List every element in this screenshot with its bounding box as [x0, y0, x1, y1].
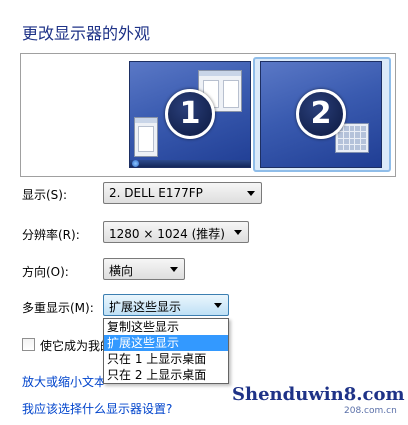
display-label: 显示(S):	[22, 188, 68, 202]
monitor-2-number-badge: 2	[296, 88, 346, 139]
taskbar	[130, 160, 250, 167]
resolution-select-value: 1280 × 1024 (推荐)	[109, 227, 225, 241]
monitor-1-number-badge: 1	[165, 88, 215, 139]
page-title: 更改显示器的外观	[22, 24, 151, 43]
display-settings-help-link[interactable]: 我应该选择什么显示器设置?	[22, 400, 172, 417]
orientation-select-value: 横向	[109, 264, 134, 278]
start-orb-icon	[132, 160, 139, 167]
monitor-1[interactable]: 1	[129, 61, 251, 168]
main-display-checkbox-label: 使它成为我的	[40, 339, 104, 353]
chevron-down-icon	[234, 230, 242, 235]
start-menu-thumbnail	[134, 117, 158, 157]
chevron-down-icon	[170, 267, 178, 272]
dropdown-option-duplicate[interactable]: 复制这些显示	[104, 319, 228, 335]
monitor-arrangement-area: 1 2	[20, 53, 396, 177]
resolution-select[interactable]: 1280 × 1024 (推荐)	[103, 221, 249, 243]
display-select[interactable]: 2. DELL E177FP	[103, 182, 262, 204]
chevron-down-icon	[247, 191, 255, 196]
dropdown-option-only-1[interactable]: 只在 1 上显示桌面	[104, 351, 228, 367]
multiple-displays-dropdown-list: 复制这些显示 扩展这些显示 只在 1 上显示桌面 只在 2 上显示桌面	[103, 318, 229, 384]
orientation-select[interactable]: 横向	[103, 258, 185, 280]
display-select-value: 2. DELL E177FP	[109, 186, 203, 200]
main-display-checkbox[interactable]	[22, 338, 35, 351]
multiple-displays-select[interactable]: 扩展这些显示	[103, 294, 229, 316]
multiple-displays-select-value: 扩展这些显示	[109, 300, 182, 314]
dropdown-option-extend[interactable]: 扩展这些显示	[104, 335, 228, 351]
orientation-label: 方向(O):	[22, 265, 69, 279]
dropdown-option-only-2[interactable]: 只在 2 上显示桌面	[104, 367, 228, 383]
resolution-label: 分辨率(R):	[22, 228, 80, 242]
chevron-down-icon	[214, 303, 222, 308]
text-size-link[interactable]: 放大或缩小文本	[22, 373, 104, 390]
monitor-2[interactable]: 2	[260, 61, 382, 168]
multiple-displays-label: 多重显示(M):	[22, 301, 94, 315]
watermark-sub-logo: 208.com.cn	[344, 406, 397, 416]
